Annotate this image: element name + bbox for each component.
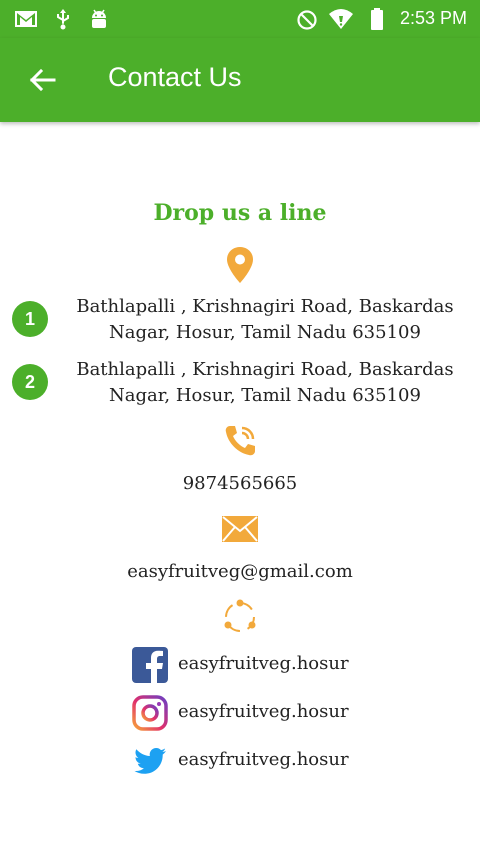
status-bar: 2:53 PM [0,0,480,38]
address-line: Bathlapalli , Krishnagiri Road, Baskarda… [76,359,454,380]
facebook-icon [132,647,168,683]
instagram-handle: easyfruitveg.hosur [178,701,349,722]
do-not-disturb-icon [297,10,317,30]
twitter-icon [134,748,166,774]
phone-icon[interactable] [221,422,259,460]
address-line: Bathlapalli , Krishnagiri Road, Baskarda… [76,296,454,317]
address-text: Bathlapalli , Krishnagiri Road, Baskarda… [62,294,468,346]
section-heading: Drop us a line [153,200,327,226]
mail-icon[interactable] [221,515,259,543]
instagram-icon [132,695,168,731]
phone-number[interactable]: 9874565665 [0,473,480,494]
share-network-icon [224,599,256,632]
back-arrow-icon[interactable] [28,66,56,94]
address-text: Bathlapalli , Krishnagiri Road, Baskarda… [62,357,468,409]
usb-icon [57,9,69,30]
page-title: Contact Us [108,62,242,92]
gmail-icon [15,11,37,27]
app-bar: Contact Us [0,38,480,122]
address-line: Nagar, Hosur, Tamil Nadu 635109 [109,322,421,343]
address-line: Nagar, Hosur, Tamil Nadu 635109 [109,385,421,406]
address-number-badge: 1 [12,301,48,337]
twitter-handle: easyfruitveg.hosur [178,749,349,770]
wifi-icon [329,9,353,29]
address-number-badge: 2 [12,364,48,400]
location-pin-icon [227,247,253,283]
email-address[interactable]: easyfruitveg@gmail.com [0,561,480,582]
status-time: 2:53 PM [399,8,467,28]
battery-icon [371,8,383,30]
facebook-handle: easyfruitveg.hosur [178,653,349,674]
android-icon [92,9,106,28]
